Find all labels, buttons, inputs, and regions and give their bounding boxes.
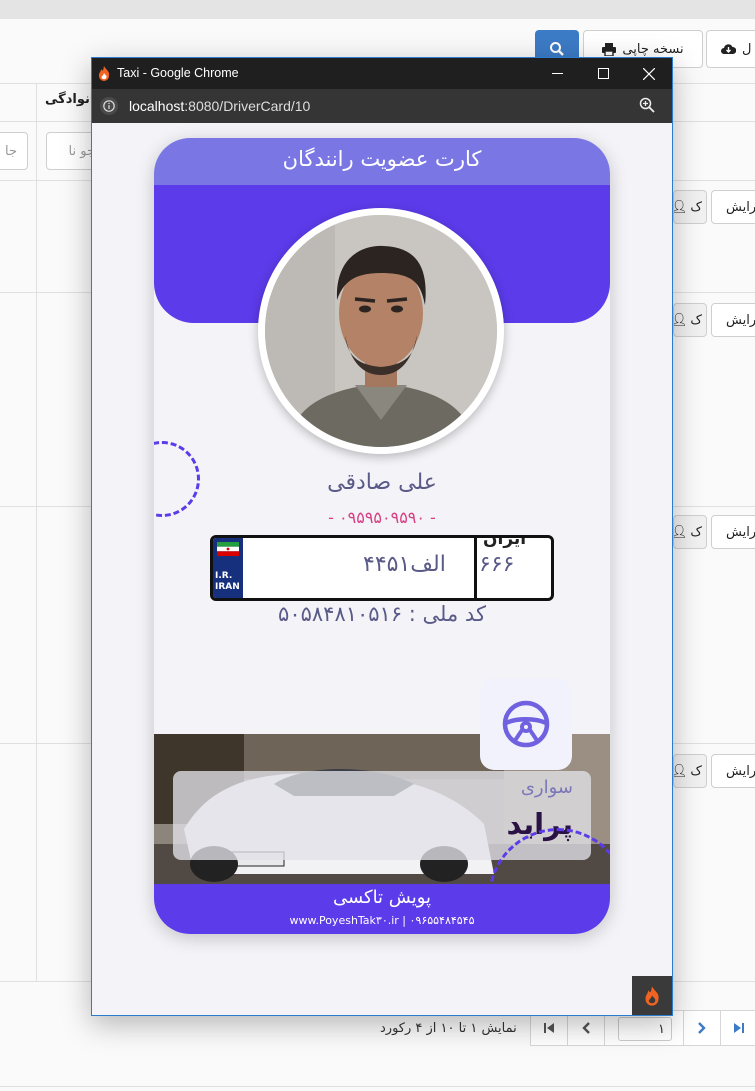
table-column-divider — [36, 83, 37, 981]
print-button-label: نسخه چاپی — [622, 41, 684, 57]
app-topbar — [0, 0, 755, 19]
window-titlebar[interactable]: Taxi - Google Chrome — [92, 58, 672, 89]
user-icon: 👤︎ — [674, 764, 687, 779]
row-edit-button[interactable]: رایش — [711, 754, 755, 788]
row-user-button[interactable]: 👤︎ک — [673, 515, 707, 549]
row-user-button[interactable]: 👤︎ک — [673, 190, 707, 224]
first-page-icon — [544, 1023, 554, 1033]
row-user-button[interactable]: 👤︎ک — [673, 754, 707, 788]
driver-phone: - ۰۹۵۹۵۰۹۵۹۰ - — [328, 508, 436, 527]
vehicle-type: سواری — [520, 777, 573, 798]
chevron-right-icon — [698, 1022, 706, 1034]
plate-region-code: ۶۶۶ — [479, 552, 515, 577]
maximize-button[interactable] — [580, 58, 626, 89]
driver-name: علی صادقی — [327, 470, 437, 495]
zoom-in-icon — [639, 97, 655, 113]
fire-icon — [645, 986, 659, 1006]
vehicle-icon-box — [480, 678, 572, 770]
card-title: کارت عضویت رانندگان — [282, 147, 482, 171]
row-edit-button[interactable]: رایش — [711, 303, 755, 337]
company-website: www.PoyeshTak۳۰.ir | ۰۹۶۵۵۴۸۴۵۴۵ — [289, 914, 475, 927]
driver-photo-frame — [258, 208, 504, 454]
zoom-button[interactable] — [639, 97, 655, 116]
driver-membership-card: کارت عضویت رانندگان علی صادقی - ۰۹۵۹۵۰۹۵… — [154, 138, 610, 934]
last-page-button[interactable] — [720, 1010, 755, 1046]
iran-flag-icon — [217, 542, 239, 556]
row-edit-button[interactable]: رایش — [711, 515, 755, 549]
license-plate: I.R. IRAN ۴۴الف۵۱ ایران ۶۶۶ — [210, 535, 554, 601]
info-icon — [103, 100, 115, 112]
company-name: پویش تاکسی — [332, 887, 432, 908]
page-number-input[interactable]: ۱ — [618, 1017, 672, 1041]
user-icon: 👤︎ — [674, 525, 687, 540]
next-page-button[interactable] — [683, 1010, 721, 1046]
plate-number: ۴۴الف۵۱ — [363, 552, 446, 577]
plate-country-code: I.R. IRAN — [215, 571, 240, 592]
minimize-button[interactable] — [534, 58, 580, 89]
pagination-info: نمایش ۱ تا ۱۰ از ۴ رکورد — [380, 1021, 517, 1036]
window-title: Taxi - Google Chrome — [117, 66, 239, 80]
national-id: کد ملی : ۵۰۵۸۴۸۱۰۵۱۶ — [278, 602, 486, 626]
steering-wheel-icon — [502, 700, 550, 748]
excel-export-button[interactable]: ل — [706, 30, 755, 68]
printer-icon — [602, 42, 617, 56]
address-bar[interactable]: localhost:8080/DriverCard/10 — [92, 89, 672, 123]
pager-border — [0, 1086, 755, 1087]
plate-country-strip: I.R. IRAN — [213, 538, 243, 598]
app-fire-icon — [98, 66, 110, 81]
last-page-icon — [734, 1023, 744, 1033]
plate-separator — [474, 538, 477, 598]
row-user-button[interactable]: 👤︎ک — [673, 303, 707, 337]
user-icon: 👤︎ — [674, 200, 687, 215]
user-icon: 👤︎ — [674, 313, 687, 328]
minimize-icon — [551, 73, 563, 74]
cloud-download-icon — [721, 44, 736, 54]
driver-portrait-image — [265, 215, 497, 447]
debug-toolbar-button[interactable] — [632, 976, 672, 1015]
chevron-left-icon — [582, 1022, 590, 1034]
close-icon — [643, 67, 655, 80]
driver-card-popup-window: Taxi - Google Chrome localhost:8080/Driv… — [91, 57, 673, 1016]
card-footer: پویش تاکسی www.PoyeshTak۳۰.ir | ۰۹۶۵۵۴۸۴… — [154, 884, 610, 934]
maximize-icon — [597, 68, 609, 79]
excel-export-label: ل — [742, 41, 752, 57]
close-button[interactable] — [626, 58, 672, 89]
plate-iran-label: ایران — [483, 535, 527, 549]
search-icon — [550, 42, 564, 56]
site-info-button[interactable] — [100, 97, 118, 115]
row-edit-button[interactable]: رایش — [711, 190, 755, 224]
filter-input[interactable]: جا — [0, 132, 28, 170]
driver-photo — [265, 215, 497, 447]
url-text[interactable]: localhost:8080/DriverCard/10 — [129, 98, 310, 114]
